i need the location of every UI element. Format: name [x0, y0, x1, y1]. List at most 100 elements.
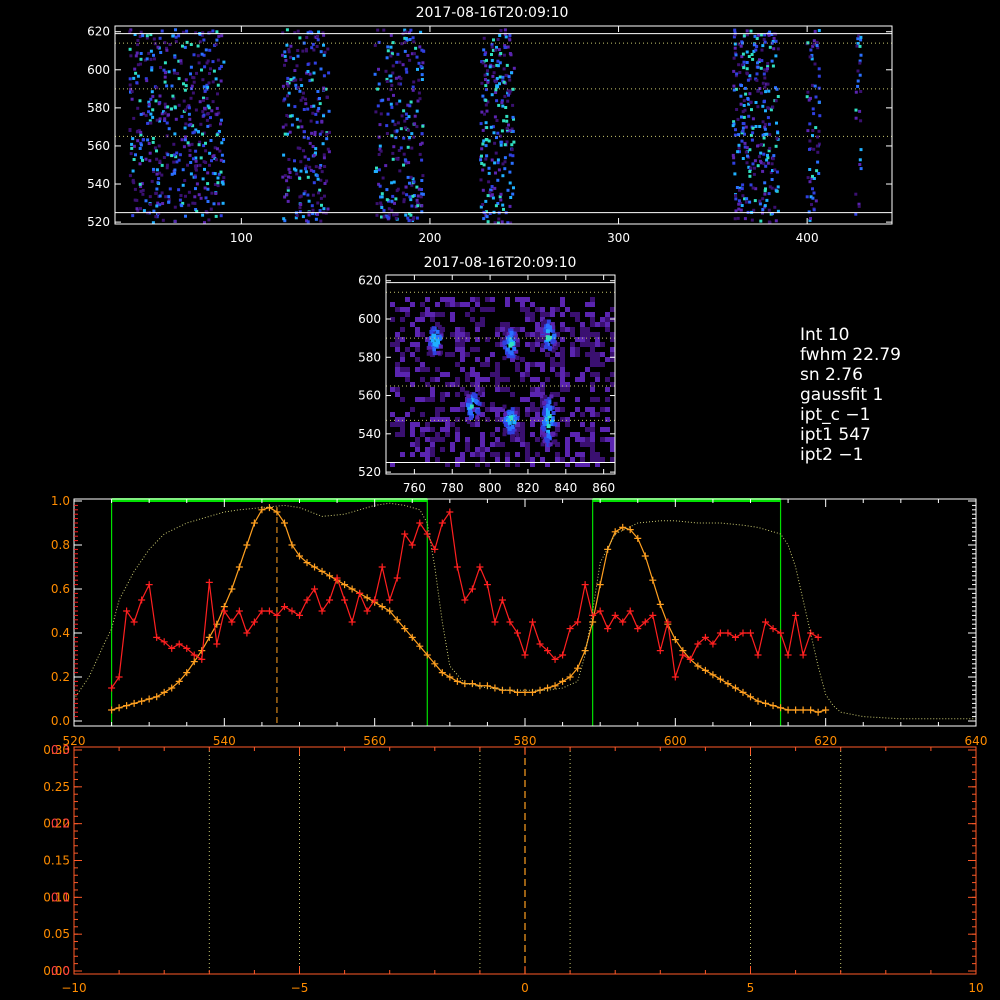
zoom-image-blob-pixel: [513, 416, 518, 421]
top-image-pixel: [392, 93, 395, 97]
profile-red-point: [438, 519, 446, 527]
top-image-pixel: [503, 167, 507, 171]
top-image-pixel: [165, 163, 169, 167]
top-image-pixel: [311, 111, 315, 115]
zoom-image-pixel: [540, 307, 545, 312]
zoom-image-pixel: [465, 447, 470, 452]
top-image-pixel: [501, 104, 505, 108]
top-image-pixel: [147, 102, 151, 106]
top-image-pixel: [220, 34, 224, 38]
top-image-pixel: [139, 130, 143, 134]
top-image-pixel: [814, 199, 818, 203]
zoom-image-blob-pixel: [513, 327, 518, 332]
zoom-image-pixel: [525, 297, 530, 302]
zoom-image-pixel: [410, 432, 415, 437]
profile-red-point: [341, 596, 349, 604]
top-image-pixel: [202, 85, 206, 89]
top-image-pixel: [859, 167, 863, 171]
top-image-pixel: [377, 82, 381, 86]
top-image-pixel: [392, 213, 396, 217]
top-image-pixel: [487, 171, 491, 175]
top-image-pixel: [742, 34, 746, 38]
zoom-image-pixel: [425, 447, 430, 452]
top-image-pixel: [405, 193, 409, 197]
zoom-image-pixel: [435, 367, 440, 372]
top-image-pixel: [128, 174, 132, 178]
top-image-pixel: [285, 43, 289, 47]
top-image-pixel: [151, 94, 155, 98]
top-image-pixel: [311, 145, 315, 148]
top-image-pixel: [375, 202, 379, 206]
zoom-image-pixel: [445, 382, 450, 387]
top-image-pixel: [390, 199, 394, 203]
top-image-pixel: [327, 71, 331, 75]
top-image-pixel: [392, 180, 396, 184]
top-image-pixel: [395, 129, 399, 133]
top-image-pixel: [756, 105, 760, 109]
top-image-pixel: [206, 187, 210, 191]
top-image-pixel: [299, 78, 303, 82]
top-image-pixel: [817, 67, 821, 71]
top-image-pixel: [753, 166, 756, 170]
top-image-pixel: [401, 63, 405, 67]
top-image-pixel: [408, 136, 412, 139]
zoom-image-pixel: [460, 387, 465, 392]
top-image-pixel: [767, 89, 771, 93]
profile-red-point: [288, 607, 296, 615]
top-image-pixel: [499, 198, 503, 202]
top-image-pixel: [302, 91, 305, 95]
top-image-pixel: [287, 103, 291, 107]
top-image-pixel: [490, 93, 494, 97]
top-image-pixel: [505, 119, 509, 123]
zoom-image-pixel: [410, 407, 415, 412]
top-image-pixel: [185, 29, 189, 33]
top-image-pixel: [497, 48, 501, 52]
top-image-pixel: [404, 67, 408, 71]
top-image-pixel: [194, 108, 198, 112]
zoom-image-pixel: [425, 307, 430, 312]
zoom-image-blob-pixel: [551, 411, 556, 415]
top-image-pixel: [755, 72, 759, 76]
top-image-pixel: [318, 132, 322, 136]
top-image-pixel: [170, 84, 174, 88]
top-image-pixel: [286, 94, 289, 98]
top-image-pixel: [483, 73, 487, 77]
top-image-pixel: [190, 84, 194, 88]
top-image-pixel: [856, 37, 860, 41]
top-image-pixel: [316, 177, 320, 181]
zoom-image-pixel: [605, 387, 610, 392]
zoom-image-pixel: [550, 362, 555, 367]
top-image-pixel: [149, 49, 153, 53]
zoom-image-pixel: [455, 342, 460, 347]
top-image-pixel: [415, 125, 419, 129]
top-image-pixel: [505, 63, 509, 67]
top-image-pixel: [503, 160, 507, 164]
top-image-pixel: [751, 131, 755, 135]
top-image-pixel: [414, 46, 418, 50]
zoom-image-pixel: [445, 422, 450, 427]
zoom-image-pixel: [455, 302, 460, 307]
top-image-pixel: [815, 40, 819, 44]
zoom-image-pixel: [475, 382, 480, 387]
top-image-pixel: [817, 129, 821, 133]
zoom-image-pixel: [445, 297, 450, 302]
top-image-pixel: [400, 42, 404, 46]
zoom-image-blob-pixel: [546, 411, 550, 416]
top-image-pixel: [750, 53, 754, 56]
top-image-pixel: [320, 170, 324, 174]
top-image-pixel: [858, 163, 862, 166]
top-image-pixel: [411, 36, 415, 40]
zoom-image-pixel: [480, 457, 485, 462]
top-image-pixel: [378, 123, 382, 127]
top-image-pixel: [136, 74, 140, 78]
top-image-pixel: [386, 97, 390, 101]
top-image-pixel: [487, 180, 491, 184]
top-image-pixel: [404, 159, 408, 163]
top-image-pixel: [204, 48, 208, 52]
top-image-pixel: [407, 115, 411, 119]
top-image-ytick-label: 560: [87, 139, 110, 153]
top-image-pixel: [490, 158, 494, 162]
profile-red-point: [521, 651, 529, 659]
top-image-pixel: [391, 64, 395, 68]
top-image-pixel: [128, 47, 132, 51]
